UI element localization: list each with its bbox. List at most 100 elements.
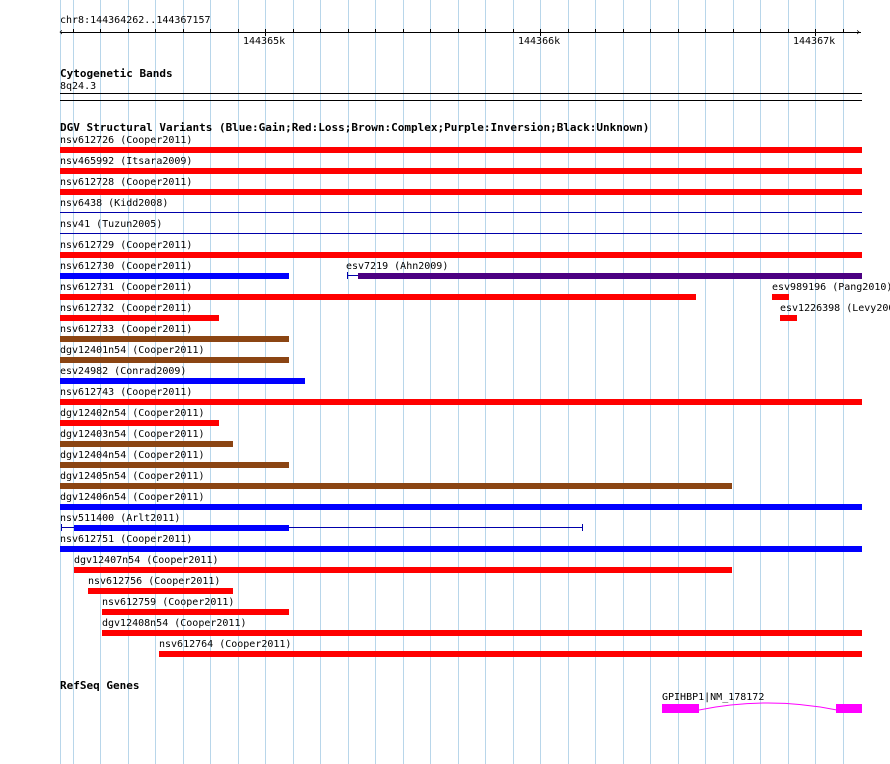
variant-label: dgv12403n54 (Cooper2011): [60, 429, 205, 440]
cytoband-ideogram-bottom[interactable]: [60, 100, 862, 101]
ruler-minor-tick: [458, 29, 459, 33]
variant-label: nsv612751 (Cooper2011): [60, 534, 193, 545]
gene-exon[interactable]: [836, 704, 862, 713]
variant-label: esv24982 (Conrad2009): [60, 366, 187, 377]
ruler-minor-tick: [650, 29, 651, 33]
ruler-left-arrow-icon: ‹: [58, 27, 65, 38]
variant-bar-loss[interactable]: [74, 567, 732, 573]
variant-bar-gain[interactable]: [60, 273, 289, 279]
variant-bar-gain[interactable]: [60, 546, 862, 552]
refseq-track-title: RefSeq Genes: [60, 679, 140, 692]
ruler-minor-tick: [348, 29, 349, 33]
variant-label: nsv612759 (Cooper2011): [102, 597, 235, 608]
gene-exon[interactable]: [662, 704, 699, 713]
variant-line[interactable]: [289, 527, 582, 528]
variant-bar-loss[interactable]: [60, 315, 219, 321]
genome-track-viewer: chr8:144364262..144367157 ‹ › 144365k 14…: [0, 0, 890, 764]
grid-line: [513, 0, 514, 764]
variant-bar-loss[interactable]: [60, 399, 862, 405]
grid-line: [348, 0, 349, 764]
variant-label: dgv12408n54 (Cooper2011): [102, 618, 247, 629]
ruler-major-tick: [540, 29, 541, 36]
variant-label: dgv12402n54 (Cooper2011): [60, 408, 205, 419]
variant-line[interactable]: [60, 212, 862, 213]
ruler-minor-tick: [595, 29, 596, 33]
ruler-minor-tick: [843, 29, 844, 33]
ruler-minor-tick: [788, 29, 789, 33]
variant-label: dgv12401n54 (Cooper2011): [60, 345, 205, 356]
cytoband-ideogram-top[interactable]: [60, 93, 862, 94]
variant-bar-loss[interactable]: [60, 420, 219, 426]
variant-bar-complex[interactable]: [60, 462, 289, 468]
ruler-minor-tick: [403, 29, 404, 33]
ruler-minor-tick: [760, 29, 761, 33]
location-label: chr8:144364262..144367157: [60, 15, 211, 26]
variant-label: esv1226398 (Levy2007): [780, 303, 890, 314]
ruler-minor-tick: [155, 29, 156, 33]
gene-intron[interactable]: [699, 700, 837, 714]
variant-label: nsv612756 (Cooper2011): [88, 576, 221, 587]
variant-label: dgv12404n54 (Cooper2011): [60, 450, 205, 461]
ruler-minor-tick: [100, 29, 101, 33]
ruler-major-tick: [815, 29, 816, 36]
variant-bar-loss[interactable]: [159, 651, 862, 657]
grid-line: [788, 0, 789, 764]
grid-line: [678, 0, 679, 764]
ruler-minor-tick: [513, 29, 514, 33]
ruler-minor-tick: [183, 29, 184, 33]
variant-bar-inversion[interactable]: [358, 273, 862, 279]
variant-bar-loss[interactable]: [60, 147, 862, 153]
variant-bar-complex[interactable]: [60, 441, 233, 447]
variant-line[interactable]: [60, 233, 862, 234]
ruler-minor-tick: [73, 29, 74, 33]
variant-bar-complex[interactable]: [60, 483, 732, 489]
variant-bar-gain[interactable]: [60, 504, 862, 510]
variant-label: esv989196 (Pang2010): [772, 282, 890, 293]
ruler-tick-label: 144365k: [243, 36, 286, 47]
ruler-minor-tick: [485, 29, 486, 33]
variant-bar-loss[interactable]: [772, 294, 789, 300]
ruler-tick-label: 144366k: [518, 36, 561, 47]
variant-bar-loss[interactable]: [102, 609, 289, 615]
variant-label: nsv465992 (Itsara2009): [60, 156, 193, 167]
cytoband-label: 8q24.3: [60, 81, 97, 92]
variant-label: dgv12406n54 (Cooper2011): [60, 492, 205, 503]
grid-line: [650, 0, 651, 764]
variant-bar-loss[interactable]: [102, 630, 862, 636]
variant-label: nsv612764 (Cooper2011): [159, 639, 292, 650]
variant-label: nsv612726 (Cooper2011): [60, 135, 193, 146]
variant-bar-loss[interactable]: [780, 315, 797, 321]
variant-label: nsv612743 (Cooper2011): [60, 387, 193, 398]
variant-label: nsv612730 (Cooper2011): [60, 261, 193, 272]
ruler-minor-tick: [623, 29, 624, 33]
grid-line: [623, 0, 624, 764]
variant-bar-complex[interactable]: [60, 357, 289, 363]
grid-line: [320, 0, 321, 764]
variant-bar-loss[interactable]: [88, 588, 233, 594]
variant-bar-loss[interactable]: [60, 252, 862, 258]
variant-label: nsv612732 (Cooper2011): [60, 303, 193, 314]
ruler-minor-tick: [430, 29, 431, 33]
variant-label: nsv41 (Tuzun2005): [60, 219, 163, 230]
variant-line[interactable]: [61, 527, 75, 528]
grid-line: [403, 0, 404, 764]
variant-bar-loss[interactable]: [60, 294, 696, 300]
grid-line: [485, 0, 486, 764]
variant-bar-loss[interactable]: [60, 189, 862, 195]
variant-label: nsv6438 (Kidd2008): [60, 198, 169, 209]
ruler-minor-tick: [128, 29, 129, 33]
ruler-major-tick: [265, 29, 266, 36]
grid-line: [815, 0, 816, 764]
variant-label: dgv12405n54 (Cooper2011): [60, 471, 205, 482]
variant-bar-gain[interactable]: [74, 525, 289, 531]
variant-label: nsv612729 (Cooper2011): [60, 240, 193, 251]
variant-bar-complex[interactable]: [60, 336, 289, 342]
variant-label: nsv511400 (Arlt2011): [60, 513, 181, 524]
ruler-minor-tick: [678, 29, 679, 33]
variant-bar-gain[interactable]: [60, 378, 305, 384]
variant-bar-loss[interactable]: [60, 168, 862, 174]
grid-line: [568, 0, 569, 764]
ruler-tick-label: 144367k: [793, 36, 836, 47]
variant-end-tick: [582, 524, 583, 531]
ruler-minor-tick: [733, 29, 734, 33]
